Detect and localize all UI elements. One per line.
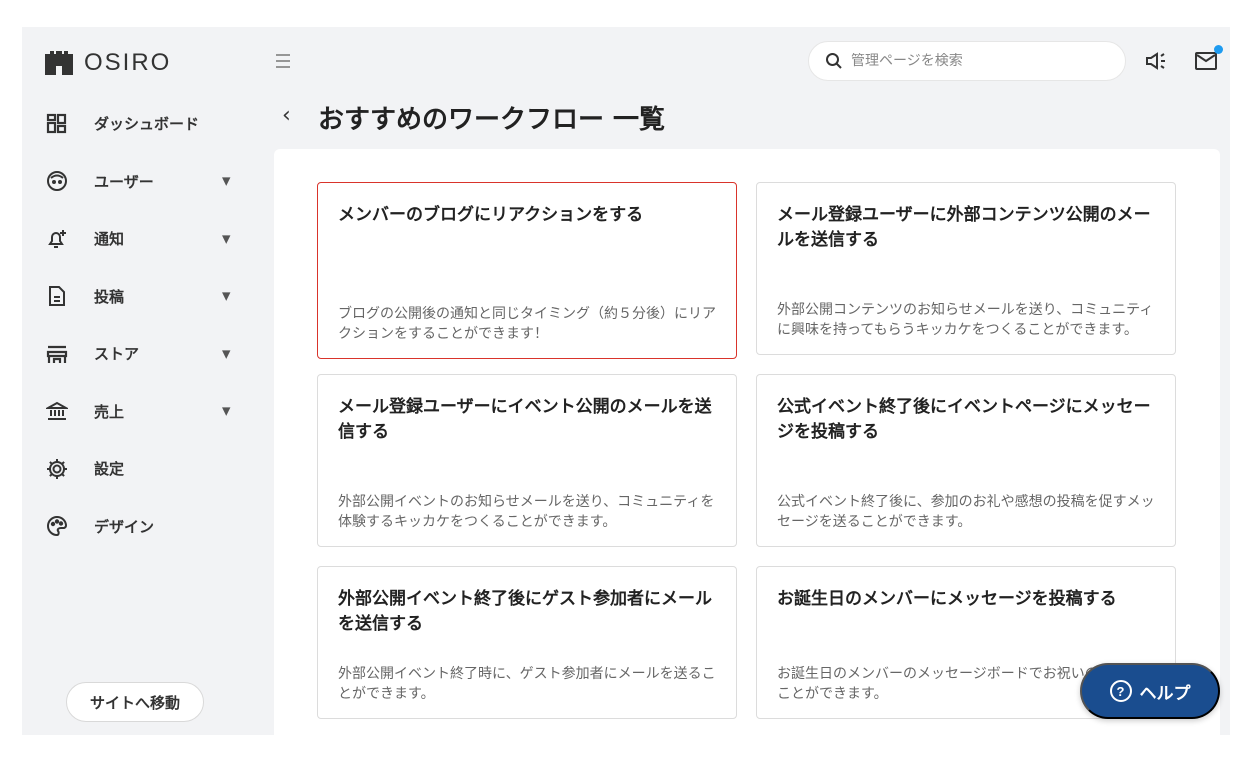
sidebar-item-label: 売上 bbox=[94, 402, 125, 421]
workflow-card[interactable]: 公式イベント終了後にイベントページにメッセージを投稿する 公式イベント終了後に、… bbox=[756, 374, 1176, 547]
store-icon bbox=[44, 341, 70, 367]
mail-icon[interactable] bbox=[1194, 45, 1223, 75]
menu-toggle-icon[interactable] bbox=[274, 53, 294, 69]
go-to-site-button[interactable]: サイトへ移動 bbox=[66, 682, 204, 722]
brand-name: OSIRO bbox=[84, 49, 172, 76]
search-box bbox=[808, 41, 1126, 81]
logo[interactable]: OSIRO bbox=[44, 49, 171, 77]
app-window: OSIRO ダッシュボード ユーザー ▼ 通知 ▼ 投稿 ▼ ストア ▼ 売上 … bbox=[22, 27, 1230, 735]
document-icon bbox=[44, 283, 70, 309]
workflow-card-description: ブログの公開後の通知と同じタイミング（約５分後）にリアクションをすることができま… bbox=[338, 306, 716, 342]
chevron-down-icon: ▼ bbox=[222, 232, 231, 246]
search-icon bbox=[826, 53, 842, 69]
sidebar-item-label: ユーザー bbox=[94, 172, 154, 191]
palette-icon bbox=[44, 513, 70, 539]
sidebar-item-label: ストア bbox=[94, 345, 140, 364]
help-icon: ? bbox=[1109, 680, 1132, 702]
sidebar-nav: ダッシュボード ユーザー ▼ 通知 ▼ 投稿 ▼ ストア ▼ 売上 ▼ 設定 デ… bbox=[22, 95, 262, 555]
workflow-card[interactable]: メール登録ユーザーに外部コンテンツ公開のメールを送信する 外部公開コンテンツのお… bbox=[756, 182, 1176, 355]
sidebar: OSIRO ダッシュボード ユーザー ▼ 通知 ▼ 投稿 ▼ ストア ▼ 売上 … bbox=[22, 27, 262, 735]
sidebar-item-notifications[interactable]: 通知 ▼ bbox=[22, 210, 262, 268]
workflow-card-title: メール登録ユーザーに外部コンテンツ公開のメールを送信する bbox=[777, 205, 1151, 250]
castle-logo-icon bbox=[45, 51, 73, 75]
workflow-card[interactable]: 外部公開イベント終了後にゲスト参加者にメールを送信する 外部公開イベント終了時に… bbox=[317, 566, 737, 719]
workflow-card-title: 公式イベント終了後にイベントページにメッセージを投稿する bbox=[777, 397, 1151, 442]
workflow-card-description: 外部公開コンテンツのお知らせメールを送り、コミュニティに興味を持ってもらうキッカ… bbox=[777, 302, 1154, 338]
workflow-card-title: 外部公開イベント終了後にゲスト参加者にメールを送信する bbox=[338, 589, 712, 634]
sidebar-item-label: デザイン bbox=[94, 517, 155, 536]
workflow-card-title: お誕生日のメンバーにメッセージを投稿する bbox=[777, 589, 1117, 609]
sidebar-item-sales[interactable]: 売上 ▼ bbox=[22, 383, 262, 441]
sidebar-item-posts[interactable]: 投稿 ▼ bbox=[22, 268, 262, 326]
gear-icon bbox=[44, 456, 70, 482]
user-face-icon bbox=[44, 168, 70, 194]
workflow-card[interactable]: メンバーのブログにリアクションをする ブログの公開後の通知と同じタイミング（約５… bbox=[317, 182, 737, 359]
workflow-card-title: メール登録ユーザーにイベント公開のメールを送信する bbox=[338, 397, 712, 442]
bell-plus-icon bbox=[44, 226, 70, 252]
sidebar-item-users[interactable]: ユーザー ▼ bbox=[22, 153, 262, 211]
megaphone-icon[interactable] bbox=[1144, 49, 1170, 75]
workflow-card-description: 外部公開イベント終了時に、ゲスト参加者にメールを送ることができます。 bbox=[338, 666, 716, 702]
sidebar-item-store[interactable]: ストア ▼ bbox=[22, 325, 262, 383]
chevron-down-icon: ▼ bbox=[222, 289, 231, 303]
sidebar-item-label: ダッシュボード bbox=[94, 115, 200, 134]
page-title: おすすめのワークフロー 一覧 bbox=[318, 105, 666, 135]
help-button[interactable]: ? ヘルプ bbox=[1080, 663, 1220, 719]
workflow-card[interactable]: メール登録ユーザーにイベント公開のメールを送信する 外部公開イベントのお知らせメ… bbox=[317, 374, 737, 547]
chevron-down-icon: ▼ bbox=[222, 404, 231, 418]
sidebar-item-label: 設定 bbox=[94, 460, 125, 479]
sidebar-item-label: 投稿 bbox=[94, 287, 125, 306]
chevron-down-icon: ▼ bbox=[222, 174, 231, 188]
chevron-down-icon: ▼ bbox=[222, 347, 231, 361]
search-input[interactable] bbox=[851, 53, 1101, 69]
back-arrow-icon[interactable]: ‹ bbox=[282, 103, 291, 128]
sidebar-item-dashboard[interactable]: ダッシュボード bbox=[22, 95, 262, 153]
workflow-card-title: メンバーのブログにリアクションをする bbox=[338, 205, 644, 225]
workflow-card-description: 外部公開イベントのお知らせメールを送り、コミュニティを体験するキッカケをつくるこ… bbox=[338, 494, 715, 530]
workflow-list-panel: メンバーのブログにリアクションをする ブログの公開後の通知と同じタイミング（約５… bbox=[274, 149, 1220, 735]
dashboard-icon bbox=[44, 111, 70, 137]
notification-dot bbox=[1214, 45, 1223, 54]
bank-icon bbox=[44, 398, 70, 424]
sidebar-item-settings[interactable]: 設定 bbox=[22, 440, 262, 498]
sidebar-item-design[interactable]: デザイン bbox=[22, 498, 262, 556]
sidebar-item-label: 通知 bbox=[94, 230, 125, 249]
workflow-card-description: 公式イベント終了後に、参加のお礼や感想の投稿を促すメッセージを送ることができます… bbox=[777, 494, 1155, 530]
help-button-label: ヘルプ bbox=[1139, 683, 1191, 703]
